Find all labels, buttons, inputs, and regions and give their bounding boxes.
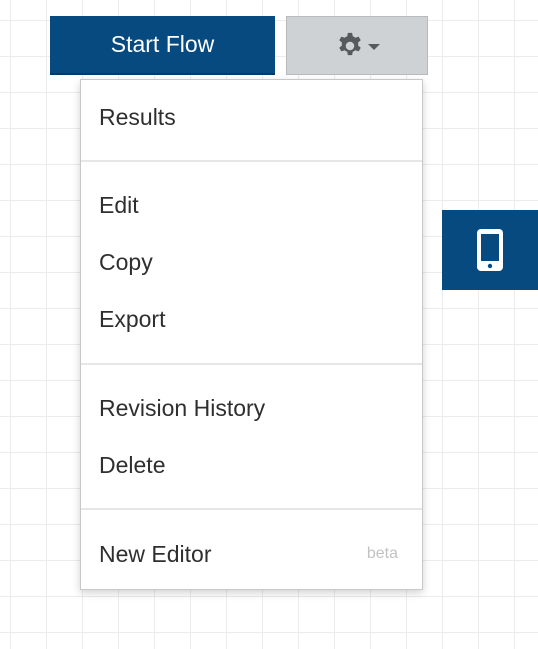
mobile-phone-icon xyxy=(477,229,503,271)
caret-down-icon xyxy=(367,43,380,50)
menu-item-new-editor-label: New Editor xyxy=(99,540,212,567)
menu-item-new-editor[interactable]: New Editor beta xyxy=(81,530,422,578)
menu-divider xyxy=(81,508,422,510)
menu-item-revision-history[interactable]: Revision History xyxy=(81,384,422,432)
settings-dropdown-button[interactable] xyxy=(286,16,428,75)
gear-icon xyxy=(338,32,361,55)
menu-item-delete[interactable]: Delete xyxy=(81,441,422,489)
menu-item-export[interactable]: Export xyxy=(81,295,422,343)
start-flow-button[interactable]: Start Flow xyxy=(50,16,275,75)
menu-divider xyxy=(81,160,422,162)
menu-divider xyxy=(81,363,422,365)
menu-item-copy[interactable]: Copy xyxy=(81,238,422,286)
menu-item-edit[interactable]: Edit xyxy=(81,181,422,229)
settings-dropdown-menu: Results Edit Copy Export Revision Histor… xyxy=(80,79,423,590)
menu-item-results[interactable]: Results xyxy=(81,93,422,141)
beta-badge: beta xyxy=(366,545,398,562)
mobile-preview-button[interactable] xyxy=(442,210,538,290)
